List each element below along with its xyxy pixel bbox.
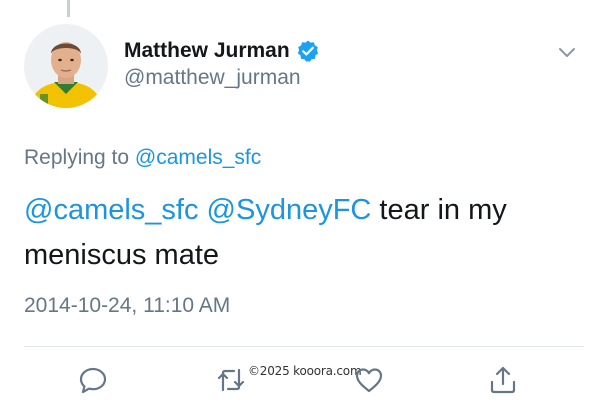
tweet-timestamp[interactable]: 2014-10-24, 11:10 AM: [24, 294, 230, 318]
tweet-mention-sydneyfc[interactable]: @SydneyFC: [207, 194, 372, 226]
retweet-icon[interactable]: [215, 364, 247, 396]
author-handle[interactable]: @matthew_jurman: [124, 66, 301, 90]
tweet-mention-camels-sfc[interactable]: @camels_sfc: [24, 194, 198, 226]
thread-connector-line: [67, 0, 70, 17]
reply-context-prefix: Replying to: [24, 146, 135, 169]
author-display-name[interactable]: Matthew Jurman: [124, 39, 290, 63]
reply-icon[interactable]: [77, 364, 109, 396]
reply-context-mention-link[interactable]: @camels_sfc: [135, 146, 261, 169]
actions-divider: [24, 346, 584, 347]
author-name-row: Matthew Jurman: [124, 37, 320, 65]
heart-icon[interactable]: [353, 364, 385, 396]
verified-badge-icon: [296, 39, 320, 63]
share-icon[interactable]: [487, 364, 519, 396]
avatar-image: [24, 24, 108, 108]
watermark-text: ©2025 kooora.com: [248, 364, 362, 378]
avatar[interactable]: [24, 24, 108, 108]
chevron-down-icon[interactable]: [555, 40, 579, 64]
reply-context: Replying to @camels_sfc: [24, 146, 261, 170]
tweet-text: @camels_sfc @SydneyFC tear in my meniscu…: [24, 188, 584, 278]
